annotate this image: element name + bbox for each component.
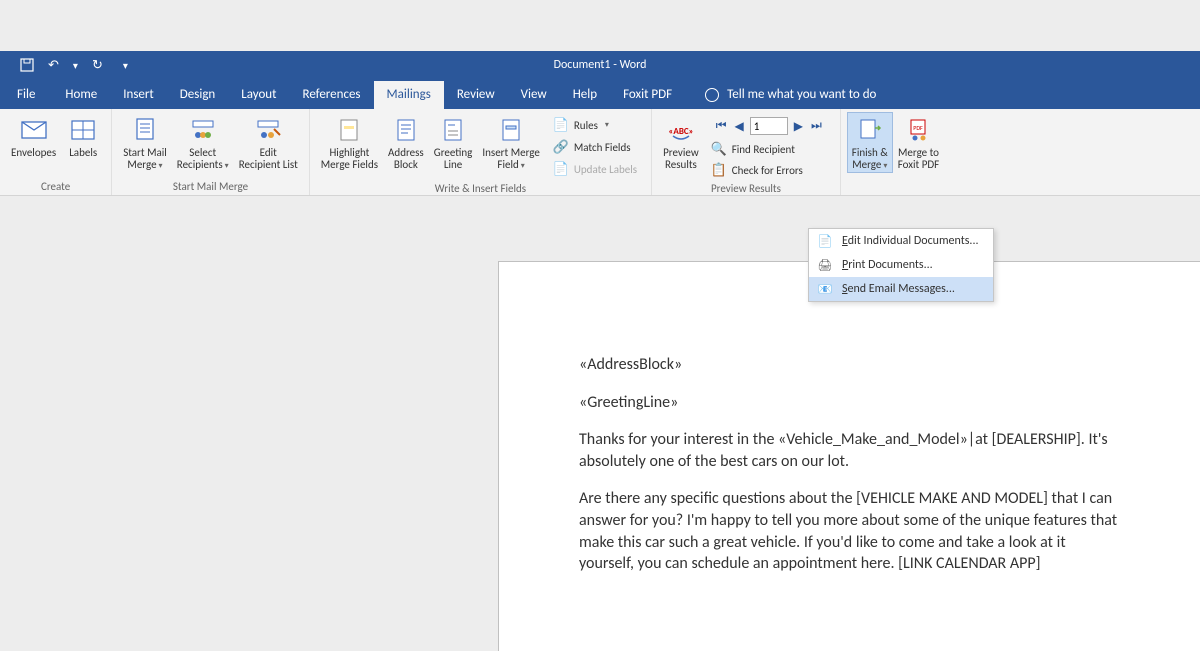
start-mail-merge-button[interactable]: Start Mail Merge▾ [118,112,172,173]
svg-text:«ABC»: «ABC» [668,126,693,137]
last-record-button[interactable]: ⏭ [809,119,824,133]
address-icon [390,114,422,146]
print-documents-item[interactable]: 🖨 PPrint Documents...rint Documents... [809,253,993,277]
insert-merge-field-button[interactable]: Insert Merge Field▾ [477,112,544,173]
finish-merge-dropdown: 📄 EEdit Individual Documents...dit Indiv… [808,228,994,302]
group-label-preview: Preview Results [652,182,840,197]
field-greeting-line: «GreetingLine» [579,392,1119,414]
window-title: Document1 - Word [554,58,647,72]
edit-individual-documents-item[interactable]: 📄 EEdit Individual Documents...dit Indiv… [809,229,993,253]
preview-icon: «ABC» [665,114,697,146]
group-finish: Finish & Merge▾ PDF Merge to Foxit PDF F… [841,109,950,195]
document-icon [129,114,161,146]
group-write-insert: Highlight Merge Fields Address Block Gre… [310,109,652,195]
print-icon: 🖨 [817,257,833,273]
select-recipients-button[interactable]: Select Recipients▾ [172,112,234,173]
tab-view[interactable]: View [508,81,560,109]
tab-foxit[interactable]: Foxit PDF [610,81,685,109]
tab-design[interactable]: Design [167,81,228,109]
tab-help[interactable]: Help [560,81,610,109]
ribbon: Envelopes Labels Create Start Mail Merge… [0,109,1200,196]
rules-icon: 📄 [553,117,569,133]
title-bar: ↶ ▾ ↻ ▾ Document1 - Word [0,51,1200,79]
group-label-write: Write & Insert Fields [310,182,651,197]
update-labels-button: 📄Update Labels [550,159,640,179]
svg-text:PDF: PDF [913,124,923,132]
finish-merge-icon [854,114,886,146]
envelope-icon [18,114,50,146]
prev-record-button[interactable]: ◀ [733,119,746,134]
check-errors-button[interactable]: 📋Check for Errors [708,160,830,180]
record-number-input[interactable] [750,117,788,135]
group-start-mail-merge: Start Mail Merge▾ Select Recipients▾ Edi… [112,109,310,195]
tab-layout[interactable]: Layout [228,81,289,109]
tab-file[interactable]: File [0,81,52,109]
greeting-line-button[interactable]: Greeting Line [429,112,478,173]
paragraph-1: Thanks for your interest in the «Vehicle… [579,429,1119,472]
people-icon [187,114,219,146]
insert-field-icon [495,114,527,146]
rules-button[interactable]: 📄Rules▾ [550,115,640,135]
edit-people-icon [252,114,284,146]
pdf-icon: PDF [903,114,935,146]
first-record-button[interactable]: ⏮ [714,119,729,133]
quick-access-toolbar: ↶ ▾ ↻ ▾ [0,58,128,73]
qat-customize-icon[interactable]: ▾ [123,59,128,72]
undo-dropdown-icon[interactable]: ▾ [73,59,78,72]
greeting-icon [437,114,469,146]
next-record-button[interactable]: ▶ [792,119,805,134]
redo-icon[interactable]: ↻ [92,58,103,73]
tab-references[interactable]: References [290,81,374,109]
document-body: «AddressBlock» «GreetingLine» Thanks for… [579,354,1119,575]
paragraph-2: Are there any specific questions about t… [579,488,1119,574]
update-icon: 📄 [553,161,569,177]
ribbon-tabs: File Home Insert Design Layout Reference… [0,79,1200,109]
merge-to-pdf-button[interactable]: PDF Merge to Foxit PDF [893,112,944,173]
group-label-start: Start Mail Merge [112,180,309,195]
envelopes-button[interactable]: Envelopes [6,112,61,161]
highlight-merge-fields-button[interactable]: Highlight Merge Fields [316,112,383,173]
undo-icon[interactable]: ↶ [48,58,59,73]
match-fields-button[interactable]: 🔗Match Fields [550,137,640,157]
field-address-block: «AddressBlock» [579,354,1119,376]
highlight-icon [333,114,365,146]
search-icon: 🔍 [711,141,727,157]
edit-docs-icon: 📄 [817,233,833,249]
email-icon: 📧 [817,281,833,297]
send-email-messages-item[interactable]: 📧 SSend Email Messages...end Email Messa… [809,277,993,301]
tell-me-search[interactable]: Tell me what you want to do [705,87,876,109]
group-preview: «ABC» Preview Results ⏮ ◀ ▶ ⏭ 🔍Find Reci… [652,109,841,195]
labels-button[interactable]: Labels [61,112,105,161]
tab-mailings[interactable]: Mailings [374,81,444,109]
tab-insert[interactable]: Insert [110,81,167,109]
group-create: Envelopes Labels Create [0,109,112,195]
save-icon[interactable] [20,58,34,72]
preview-results-button[interactable]: «ABC» Preview Results [658,112,704,173]
check-icon: 📋 [711,162,727,178]
labels-icon [67,114,99,146]
group-label-create: Create [0,180,111,195]
match-icon: 🔗 [553,139,569,155]
tab-home[interactable]: Home [52,81,110,109]
edit-recipient-list-button[interactable]: Edit Recipient List [234,112,303,173]
address-block-button[interactable]: Address Block [383,112,429,173]
finish-merge-button[interactable]: Finish & Merge▾ [847,112,893,173]
document-page[interactable]: «AddressBlock» «GreetingLine» Thanks for… [498,261,1200,651]
tell-me-label: Tell me what you want to do [727,87,876,102]
bulb-icon [705,88,719,102]
find-recipient-button[interactable]: 🔍Find Recipient [708,139,830,159]
record-nav: ⏮ ◀ ▶ ⏭ [708,114,830,138]
tab-review[interactable]: Review [444,81,508,109]
